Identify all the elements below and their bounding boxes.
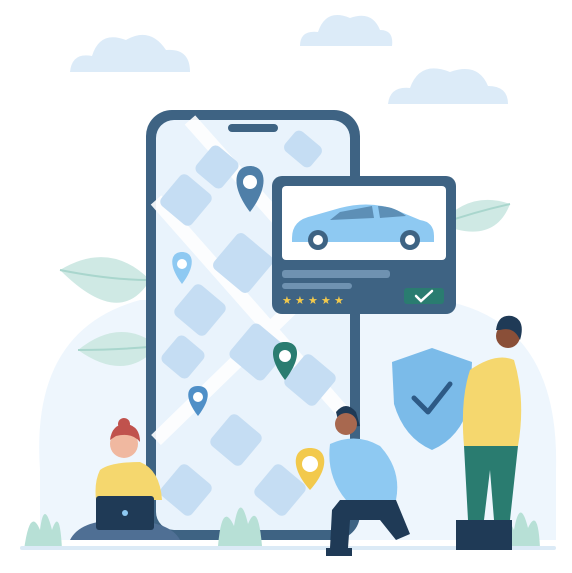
star-icon: ★ xyxy=(321,294,331,307)
cloud-icon xyxy=(388,68,508,104)
star-icon: ★ xyxy=(282,294,292,307)
confirm-button[interactable] xyxy=(404,288,444,304)
phone-speaker xyxy=(228,124,278,132)
star-icon: ★ xyxy=(295,294,305,307)
card-title-line xyxy=(282,270,390,278)
star-icon: ★ xyxy=(308,294,318,307)
card-subtitle-line xyxy=(282,283,352,289)
car-listing-card[interactable]: ★ ★ ★ ★ ★ xyxy=(272,176,456,314)
rating-stars: ★ ★ ★ ★ ★ xyxy=(282,294,344,307)
cloud-icon xyxy=(70,34,190,72)
star-icon: ★ xyxy=(334,294,344,307)
car-rental-app-illustration: ★ ★ ★ ★ ★ xyxy=(20,15,557,556)
laptop-icon xyxy=(96,496,154,530)
cloud-icon xyxy=(300,15,393,46)
leaf-icon xyxy=(59,257,151,303)
